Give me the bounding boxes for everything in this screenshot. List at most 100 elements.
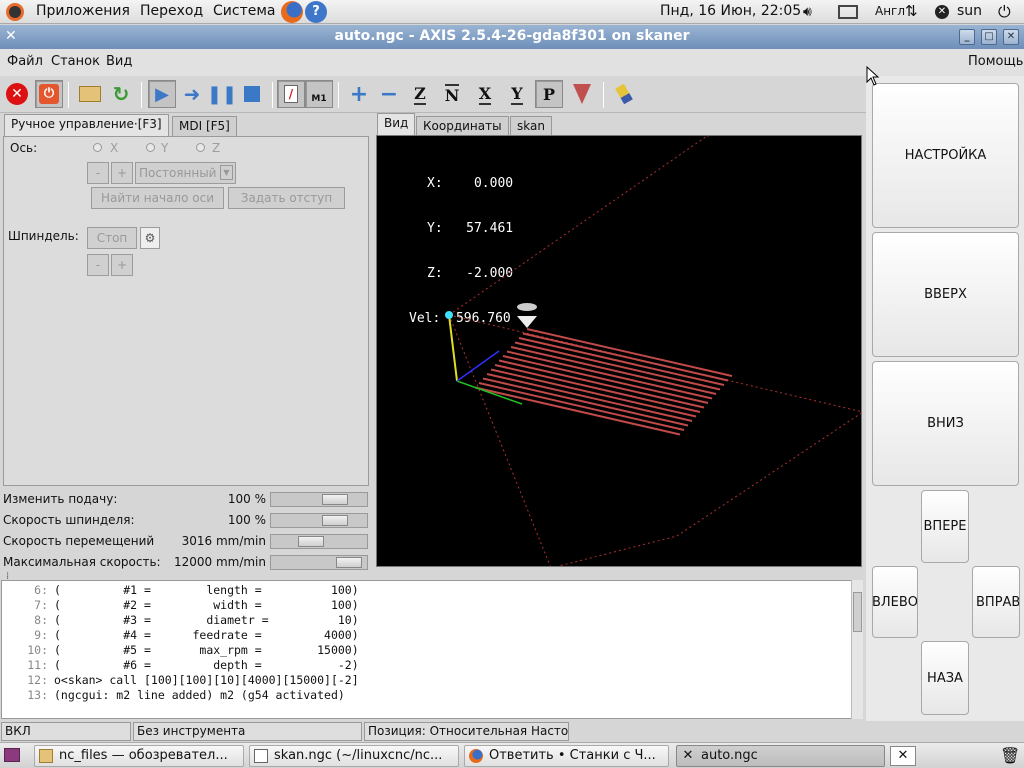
setup-button[interactable]: НАСТРОЙКА [872,83,1019,228]
system-menu[interactable]: Система [213,3,275,19]
maximize-icon[interactable]: □ [981,29,997,45]
tab-dro[interactable]: Координаты [416,116,509,136]
jog-mode-select[interactable]: Постоянный ▼ [135,162,236,184]
mail-icon[interactable] [838,5,858,19]
gcode-line-text: ( #6 = depth = -2) [54,658,359,672]
gcode-scrollbar[interactable] [851,580,863,719]
left-button[interactable]: ВЛЕВО [872,566,918,638]
touch-off-button[interactable]: Задать отступ [228,187,345,209]
zoom-out-button[interactable]: − [375,80,403,108]
gcode-line[interactable]: 11: ( #6 = depth = -2) [2,658,359,673]
gcode-line[interactable]: 6: ( #1 = length = 100) [2,583,359,598]
pause-button[interactable]: ❚❚ [207,80,237,108]
menu-view[interactable]: Вид [106,54,132,69]
step-button[interactable]: ➜ [178,80,206,108]
top-panel: Приложения Переход Система ? Пнд, 16 Июн… [0,0,1024,24]
clock[interactable]: Пнд, 16 Июн, 22:05 [660,3,801,19]
tab-preview[interactable]: Вид [377,113,416,135]
gcode-line[interactable]: 8: ( #3 = diametr = 10) [2,613,359,628]
gcode-line[interactable]: 12: o<skan> call [100][100][10][4000][150… [2,673,358,688]
feed-override-slider[interactable] [270,492,368,507]
menu-machine[interactable]: Станок [51,54,100,69]
view-z-button[interactable]: Z [406,80,434,108]
menu-file[interactable]: Файл [7,54,43,69]
radio-axis-y[interactable] [146,143,155,152]
slider-thumb[interactable] [336,557,362,568]
volume-icon[interactable]: 🔊︎ [803,4,812,20]
network-icon[interactable]: ⇅ [905,2,918,20]
spindle-plus-button[interactable]: + [111,254,133,276]
user-name[interactable]: sun [957,3,982,19]
task-auto-ngc[interactable]: ✕ auto.ngc [676,745,885,767]
gcode-listing[interactable]: 6: ( #1 = length = 100) 7: ( #2 = width = 1… [1,580,863,719]
play-icon: ▶ [155,83,169,105]
view-y-button[interactable]: Y [503,80,531,108]
task-skan-ngc[interactable]: skan.ngc (~/linuxcnc/nc... [249,745,459,767]
max-velocity-slider[interactable] [270,555,368,570]
window-titlebar[interactable]: ✕ auto.ngc - AXIS 2.5.4-26-gda8f301 on s… [0,25,1024,49]
jog-plus-button[interactable]: + [111,162,133,184]
ubuntu-logo-icon[interactable] [6,3,24,21]
gcode-line[interactable]: 13: (ngcgui: m2 line added) m2 (g54 activ… [2,688,345,703]
gcode-line[interactable]: 7: ( #2 = width = 100) [2,598,359,613]
open-file-button[interactable] [76,80,104,108]
clear-plot-button[interactable] [610,80,638,108]
help-icon[interactable]: ? [305,1,327,23]
minimize-icon[interactable]: _ [959,29,975,45]
applications-menu[interactable]: Приложения [36,3,130,19]
up-button[interactable]: ВВЕРХ [872,232,1019,357]
spindle-stop-button[interactable]: Стоп [87,227,137,249]
view-p-button[interactable]: P [535,80,563,108]
jog-minus-button[interactable]: - [87,162,109,184]
firefox-icon[interactable] [281,1,303,23]
view-x-button[interactable]: X [471,80,499,108]
tab-mdi[interactable]: MDI [F5] [172,116,237,136]
rotate-view-button[interactable] [568,80,596,108]
scrollbar-thumb[interactable] [853,592,862,632]
jog-speed-value: 3016 mm/min [181,534,266,548]
radio-axis-x[interactable] [93,143,102,152]
tab-manual-control[interactable]: Ручное управление·[F3] [4,114,169,136]
radio-axis-z[interactable] [196,143,205,152]
task-firefox[interactable]: Ответить • Станки с Ч... [464,745,669,767]
view-z2-button[interactable]: N [438,80,466,108]
task-nc-files[interactable]: nc_files — обозревател... [34,745,244,767]
tab-skan[interactable]: skan [510,116,552,136]
reload-button[interactable]: ↻ [107,80,135,108]
block-delete-button[interactable]: / [277,80,305,108]
origin-marker [445,311,453,319]
forward-button[interactable]: ВПЕРЕ [921,490,969,563]
toolpath-preview[interactable]: X: 0.000 Y: 57.461 Z: -2.000 Vel: 596.76… [376,135,862,567]
estop-button[interactable]: ✕ [3,80,31,108]
gcode-line[interactable]: 10: ( #5 = max_rpm = 15000) [2,643,359,658]
gcode-line-number: 13: [27,688,48,702]
spindle-minus-button[interactable]: - [87,254,109,276]
menu-help[interactable]: Помощь [968,54,1023,69]
spindle-toggle-button[interactable]: ⚙ [140,227,160,249]
slider-thumb[interactable] [298,536,324,547]
home-axis-button[interactable]: Найти начало оси [91,187,224,209]
zoom-in-button[interactable]: + [345,80,373,108]
spindle-override-slider[interactable] [270,513,368,528]
gcode-line[interactable]: 9: ( #4 = feedrate = 4000) [2,628,359,643]
broom-icon [615,83,633,105]
show-desktop-icon[interactable] [4,748,20,762]
gcode-line-text: ( #5 = max_rpm = 15000) [54,643,359,657]
keyboard-layout[interactable]: Англ [875,4,905,18]
down-button[interactable]: ВНИЗ [872,361,1019,486]
machine-power-button[interactable]: ⏻ [35,80,63,108]
places-menu[interactable]: Переход [140,3,203,19]
optional-stop-button[interactable]: M1 [305,80,333,108]
run-button[interactable]: ▶ [148,80,176,108]
view-p-icon: P [542,84,556,104]
jog-speed-slider[interactable] [270,534,368,549]
slider-thumb[interactable] [322,494,348,505]
back-button[interactable]: НАЗА [921,641,969,715]
trash-icon[interactable]: 🗑︎ [1000,746,1020,765]
right-button[interactable]: ВПРАВ [972,566,1020,638]
close-icon[interactable]: ✕ [1003,29,1019,45]
slider-thumb[interactable] [322,515,348,526]
power-icon[interactable]: ⏻ [998,2,1011,22]
stop-button[interactable] [238,80,266,108]
workspace-switcher[interactable]: ✕ [890,746,916,766]
